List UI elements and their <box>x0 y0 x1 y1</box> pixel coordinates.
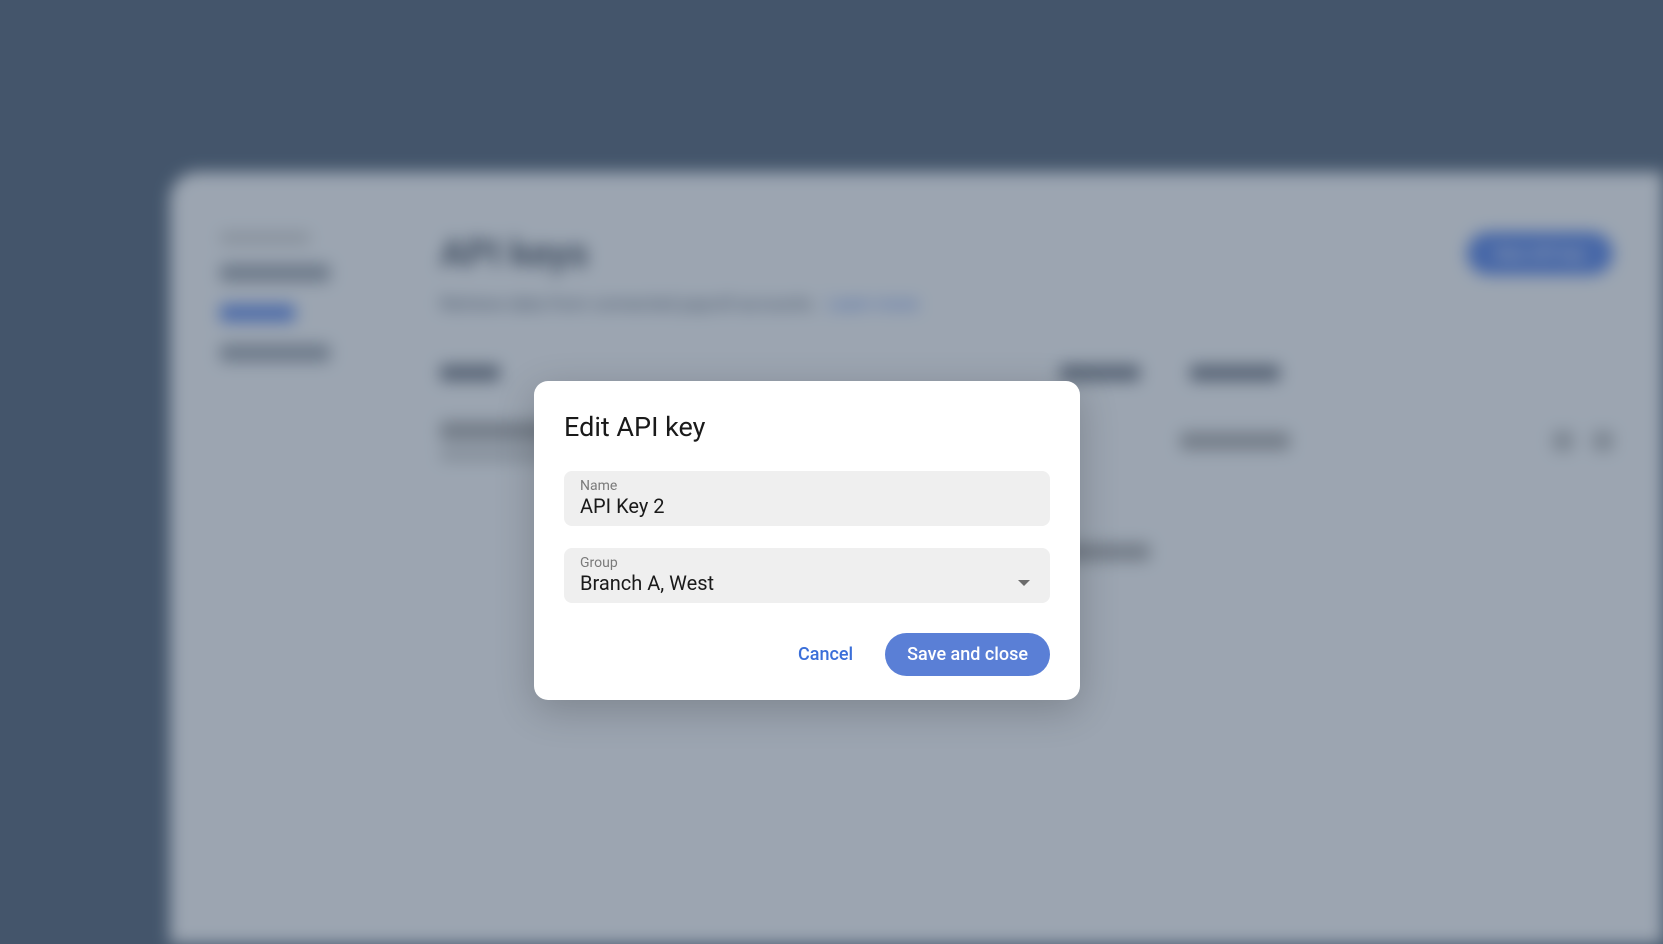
modal-title: Edit API key <box>564 411 1050 443</box>
save-and-close-button[interactable]: Save and close <box>885 633 1050 676</box>
name-field[interactable]: Name <box>564 471 1050 526</box>
group-select-value: Branch A, West <box>580 571 714 595</box>
name-input[interactable] <box>580 494 1034 518</box>
modal-overlay[interactable]: Edit API key Name Group Branch A, West C… <box>0 0 1663 944</box>
edit-api-key-modal: Edit API key Name Group Branch A, West C… <box>534 381 1080 700</box>
modal-actions: Cancel Save and close <box>564 633 1050 676</box>
cancel-button[interactable]: Cancel <box>780 634 871 675</box>
group-field[interactable]: Group Branch A, West <box>564 548 1050 603</box>
group-field-label: Group <box>580 555 1034 571</box>
chevron-down-icon <box>1018 580 1030 586</box>
name-field-label: Name <box>580 478 1034 494</box>
